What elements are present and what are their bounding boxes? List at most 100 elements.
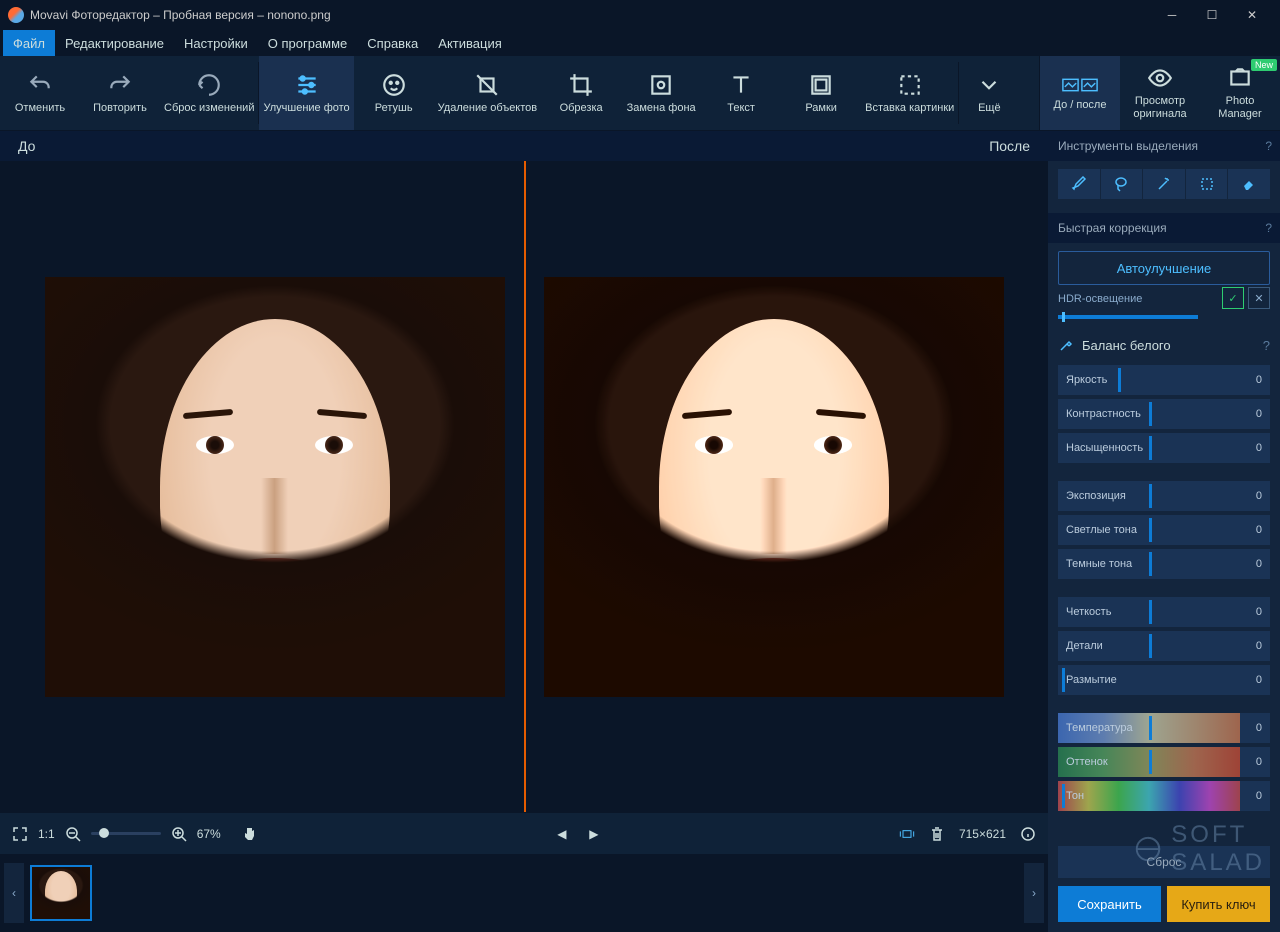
slider-Размытие[interactable]: Размытие0 (1058, 665, 1270, 695)
before-canvas[interactable] (25, 266, 524, 707)
redo-button[interactable]: Повторить (80, 56, 160, 130)
zoom-in-icon[interactable] (171, 826, 187, 842)
slider-Оттенок[interactable]: Оттенок0 (1058, 747, 1270, 777)
remove-objects-button[interactable]: Удаление объектов (434, 56, 541, 130)
erase-icon (474, 72, 500, 98)
slider-Яркость[interactable]: Яркость0 (1058, 365, 1270, 395)
help-icon[interactable]: ? (1265, 139, 1272, 153)
slider-Насыщенность[interactable]: Насыщенность0 (1058, 433, 1270, 463)
titlebar-text: Movavi Фоторедактор – Пробная версия – n… (30, 8, 1152, 22)
compare-icon (1061, 75, 1099, 95)
thumbnail[interactable] (30, 865, 92, 921)
pan-icon[interactable] (241, 826, 257, 842)
slider-Светлые тона[interactable]: Светлые тона0 (1058, 515, 1270, 545)
photo-manager-button[interactable]: New PhotoManager (1200, 56, 1280, 130)
menubar: Файл Редактирование Настройки О программ… (0, 30, 1280, 56)
maximize-button[interactable]: ☐ (1192, 0, 1232, 30)
image-dimensions: 715×621 (959, 827, 1006, 841)
reset-icon (196, 72, 222, 98)
undo-button[interactable]: Отменить (0, 56, 80, 130)
enhance-button[interactable]: Улучшение фото (259, 56, 353, 130)
titlebar: Movavi Фоторедактор – Пробная версия – n… (0, 0, 1280, 30)
menu-about[interactable]: О программе (258, 30, 358, 56)
before-label: До (18, 138, 35, 154)
close-button[interactable]: ✕ (1232, 0, 1272, 30)
delete-icon[interactable] (929, 826, 945, 842)
after-canvas[interactable] (524, 266, 1023, 707)
marquee-tool[interactable] (1186, 169, 1228, 199)
new-badge: New (1251, 59, 1277, 71)
eye-icon (1147, 65, 1173, 91)
film-next[interactable]: › (1024, 863, 1044, 923)
eraser-tool[interactable] (1228, 169, 1270, 199)
hdr-label: HDR-освещение (1058, 293, 1142, 305)
app-icon (8, 7, 24, 23)
menu-file[interactable]: Файл (3, 30, 55, 56)
selection-header: Инструменты выделения? (1048, 131, 1280, 161)
zoom-value: 67% (197, 827, 221, 841)
split-label: До После (0, 131, 1048, 161)
reset-changes-button[interactable]: Сброс изменений (160, 56, 258, 130)
film-prev[interactable]: ‹ (4, 863, 24, 923)
fullscreen-icon[interactable] (12, 826, 28, 842)
quick-correction-header: Быстрая коррекция? (1048, 213, 1280, 243)
white-balance-row[interactable]: Баланс белого ? (1048, 329, 1280, 361)
auto-enhance-button[interactable]: Автоулучшение (1058, 251, 1270, 285)
menu-settings[interactable]: Настройки (174, 30, 258, 56)
brush-tool[interactable] (1058, 169, 1100, 199)
save-button[interactable]: Сохранить (1058, 886, 1161, 922)
view-original-button[interactable]: Просмотр оригинала (1120, 56, 1200, 130)
zoom-slider[interactable] (91, 832, 161, 835)
zoom-ratio[interactable]: 1:1 (38, 827, 55, 841)
slider-Экспозиция[interactable]: Экспозиция0 (1058, 481, 1270, 511)
slider-Темные тона[interactable]: Темные тона0 (1058, 549, 1270, 579)
split-divider[interactable] (524, 161, 526, 812)
toolbar: Отменить Повторить Сброс изменений Улучш… (0, 56, 1280, 131)
after-label: После (989, 138, 1030, 154)
minimize-button[interactable]: ─ (1152, 0, 1192, 30)
text-button[interactable]: Текст (701, 56, 781, 130)
slider-Четкость[interactable]: Четкость0 (1058, 597, 1270, 627)
fit-icon[interactable] (899, 826, 915, 842)
side-panel: Инструменты выделения? Быстрая коррекция… (1048, 131, 1280, 932)
insert-image-button[interactable]: Вставка картинки (861, 56, 958, 130)
retouch-button[interactable]: Ретушь (354, 56, 434, 130)
frames-button[interactable]: Рамки (781, 56, 861, 130)
more-button[interactable]: Ещё (959, 56, 1019, 130)
zoom-out-icon[interactable] (65, 826, 81, 842)
slider-Температура[interactable]: Температура0 (1058, 713, 1270, 743)
next-icon[interactable]: ▶ (586, 826, 602, 842)
undo-icon (27, 72, 53, 98)
wand-tool[interactable] (1143, 169, 1185, 199)
slider-Контрастность[interactable]: Контрастность0 (1058, 399, 1270, 429)
help-icon[interactable]: ? (1265, 221, 1272, 235)
watermark: SOFTSALAD (1133, 821, 1265, 877)
before-after-button[interactable]: До / после (1040, 56, 1120, 130)
sliders-icon (294, 72, 320, 98)
insert-icon (897, 72, 923, 98)
slider-Детали[interactable]: Детали0 (1058, 631, 1270, 661)
help-icon[interactable]: ? (1263, 338, 1270, 353)
info-icon[interactable] (1020, 826, 1036, 842)
menu-help[interactable]: Справка (357, 30, 428, 56)
frame-icon (808, 72, 834, 98)
text-icon (728, 72, 754, 98)
replace-bg-button[interactable]: Замена фона (621, 56, 701, 130)
film-strip: ‹ SOFTSALAD › (0, 854, 1048, 932)
hdr-cancel[interactable]: ✕ (1248, 287, 1270, 309)
redo-icon (107, 72, 133, 98)
slider-Тон[interactable]: Тон0 (1058, 781, 1270, 811)
background-icon (648, 72, 674, 98)
chevron-down-icon (976, 72, 1002, 98)
crop-icon (568, 72, 594, 98)
lasso-tool[interactable] (1101, 169, 1143, 199)
prev-icon[interactable]: ◀ (554, 826, 570, 842)
hdr-slider[interactable] (1058, 315, 1198, 319)
crop-button[interactable]: Обрезка (541, 56, 621, 130)
face-icon (381, 72, 407, 98)
hdr-apply[interactable]: ✓ (1222, 287, 1244, 309)
menu-edit[interactable]: Редактирование (55, 30, 174, 56)
buy-key-button[interactable]: Купить ключ (1167, 886, 1270, 922)
folder-icon (1227, 65, 1253, 91)
menu-activation[interactable]: Активация (428, 30, 511, 56)
